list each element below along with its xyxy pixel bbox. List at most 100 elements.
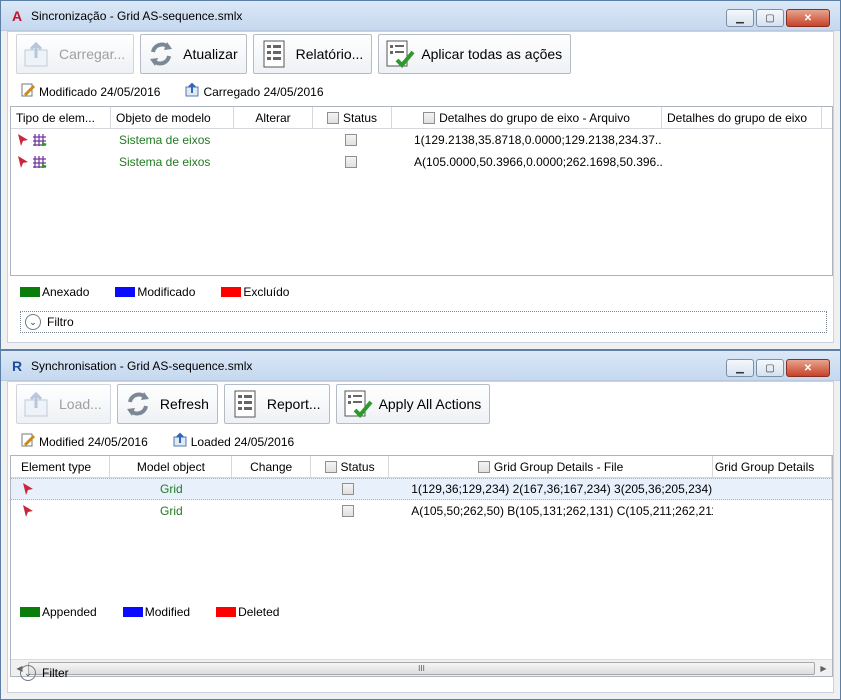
maximize-button[interactable]: ▢ [756, 359, 784, 377]
row-details-file: 1(129.2138,35.8718,0.0000;129.2138,234.3… [414, 133, 662, 147]
title-bar[interactable]: R Synchronisation - Grid AS-sequence.sml… [1, 351, 840, 381]
cursor-arrow-icon [23, 505, 33, 517]
minimize-button[interactable]: ▁ [726, 359, 754, 377]
col-details[interactable]: Detalhes do grupo de eixo [662, 107, 822, 128]
legend-deleted: Excluído [221, 285, 289, 299]
filter-expander[interactable]: ⌄ Filtro [20, 311, 827, 333]
refresh-button[interactable]: Atualizar [140, 34, 247, 74]
table-row[interactable]: Grid 1(129,36;129,234) 2(167,36;167,234)… [11, 478, 832, 500]
grid-icon [33, 134, 47, 146]
apply-checklist-icon [341, 388, 373, 420]
chevron-down-icon[interactable]: ⌄ [20, 665, 36, 681]
load-button[interactable]: Load... [16, 384, 111, 424]
report-button[interactable]: Relatório... [252, 34, 373, 74]
minimize-button[interactable]: ▁ [726, 9, 754, 27]
close-button[interactable]: ✕ [786, 9, 830, 27]
refresh-label: Atualizar [183, 46, 238, 62]
refresh-icon [122, 388, 154, 420]
cursor-arrow-icon [23, 483, 33, 495]
col-details-file-label: Detalhes do grupo de eixo - Arquivo [439, 110, 630, 125]
load-button[interactable]: Carregar... [16, 34, 135, 74]
load-icon [21, 388, 53, 420]
row-status [313, 151, 392, 173]
table-row[interactable]: Sistema de eixos 1(129.2138,35.8718,0.00… [11, 129, 832, 151]
row-type-cell [11, 479, 110, 499]
row-details-file: 1(129,36;129,234) 2(167,36;167,234) 3(20… [411, 482, 713, 496]
modified-swatch [122, 607, 143, 617]
row-status-checkbox[interactable] [342, 505, 354, 517]
col-element-type[interactable]: Element type [11, 456, 111, 477]
legend-appended: Anexado [20, 285, 89, 299]
apply-checklist-icon [383, 38, 415, 70]
close-button[interactable]: ✕ [786, 359, 830, 377]
load-label: Carregar... [59, 46, 126, 62]
status-line: Modified 24/05/2016 Loaded 24/05/2016 [20, 432, 294, 451]
sync-window-en: R Synchronisation - Grid AS-sequence.sml… [0, 350, 841, 700]
legend-deleted-label: Deleted [238, 605, 280, 619]
legend-deleted: Deleted [216, 605, 279, 619]
report-button[interactable]: Report... [223, 384, 330, 424]
chevron-down-icon[interactable]: ⌄ [25, 314, 41, 330]
window-controls: ▁ ▢ ✕ [726, 9, 830, 27]
pencil-icon [20, 432, 36, 451]
filter-label: Filter [42, 666, 69, 680]
col-element-type[interactable]: Tipo de elem... [11, 107, 111, 128]
status-header-checkbox[interactable] [324, 460, 337, 473]
loaded-icon [172, 432, 188, 451]
col-change[interactable]: Change [232, 456, 311, 477]
col-change[interactable]: Alterar [234, 107, 313, 128]
details-header-checkbox[interactable] [477, 460, 490, 473]
col-status[interactable]: Status [311, 456, 390, 477]
revit-app-icon: R [11, 357, 23, 374]
col-details-file[interactable]: Detalhes do grupo de eixo - Arquivo [392, 107, 662, 128]
legend-deleted-label: Excluído [243, 285, 290, 299]
loaded-text: Loaded 24/05/2016 [190, 434, 295, 449]
row-status-checkbox[interactable] [344, 134, 357, 146]
loaded-status: Carregado 24/05/2016 [184, 82, 324, 101]
maximize-button[interactable]: ▢ [756, 9, 784, 27]
row-status-checkbox[interactable] [344, 156, 357, 168]
row-change [234, 151, 313, 173]
col-status-label: Status [340, 459, 375, 474]
window-content: Load... Refresh Report... Apply All Acti… [7, 381, 834, 693]
sync-grid[interactable]: Tipo de elem... Objeto de modelo Alterar… [10, 106, 833, 276]
sync-window-pt: A Sincronização - Grid AS-sequence.smlx … [0, 0, 841, 350]
legend-modified: Modificado [115, 285, 195, 299]
refresh-icon [145, 38, 177, 70]
details-header-checkbox[interactable] [423, 111, 436, 124]
cursor-arrow-icon [18, 134, 28, 146]
window-content: Carregar... Atualizar Relatório... Aplic… [7, 31, 834, 343]
col-status[interactable]: Status [313, 107, 392, 128]
loaded-icon [184, 82, 200, 101]
legend-appended-label: Appended [42, 605, 97, 619]
modified-status: Modificado 24/05/2016 [20, 82, 160, 101]
legend-modified: Modified [122, 605, 190, 619]
row-status-checkbox[interactable] [342, 483, 354, 495]
row-change [232, 479, 310, 499]
col-details[interactable]: Grid Group Details [713, 456, 832, 477]
row-change [234, 129, 313, 151]
apply-all-actions-button[interactable]: Aplicar todas as ações [378, 34, 572, 74]
row-model-object: Grid [160, 504, 183, 518]
report-icon [229, 388, 261, 420]
col-model-object[interactable]: Model object [110, 456, 233, 477]
row-type-icons [16, 155, 48, 169]
refresh-button[interactable]: Refresh [116, 384, 218, 424]
title-bar[interactable]: A Sincronização - Grid AS-sequence.smlx … [1, 1, 840, 31]
grid-icon [33, 156, 47, 168]
table-row[interactable]: Sistema de eixos A(105.0000,50.3966,0.00… [11, 151, 832, 173]
status-header-checkbox[interactable] [326, 111, 339, 124]
filter-expander[interactable]: ⌄ Filter [20, 662, 827, 684]
col-details-file[interactable]: Grid Group Details - File [389, 456, 713, 477]
sync-grid[interactable]: Element type Model object Change Status … [10, 455, 833, 677]
row-type-icons [16, 133, 48, 147]
modified-text: Modificado 24/05/2016 [39, 84, 161, 99]
table-row[interactable]: Grid A(105,50;262,50) B(105,131;262,131)… [11, 500, 832, 522]
apply-label: Aplicar todas as ações [421, 46, 563, 62]
grid-header: Tipo de elem... Objeto de modelo Alterar… [11, 107, 832, 129]
apply-all-actions-button[interactable]: Apply All Actions [335, 384, 491, 424]
loaded-text: Carregado 24/05/2016 [203, 84, 324, 99]
row-details [713, 500, 832, 522]
col-model-object[interactable]: Objeto de modelo [111, 107, 234, 128]
modified-status: Modified 24/05/2016 [20, 432, 148, 451]
